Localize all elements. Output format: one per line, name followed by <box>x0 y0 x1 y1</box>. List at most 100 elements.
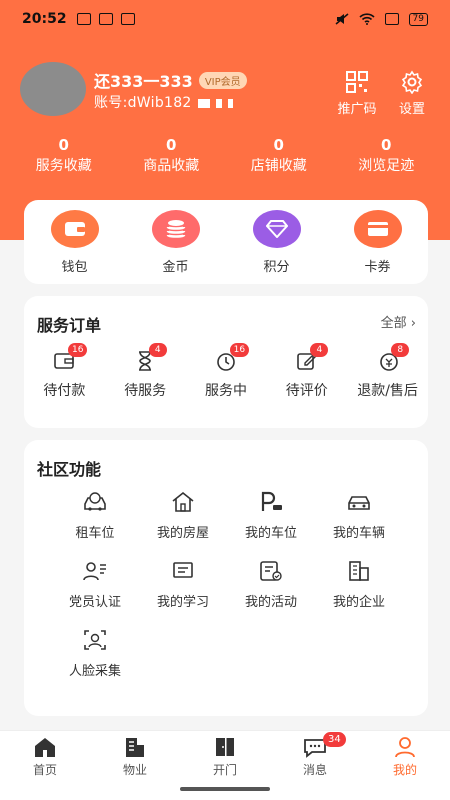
stat-service-favorites[interactable]: 0 服务收藏 <box>10 134 118 176</box>
community-features-card: 社区功能 租车位 我的房屋 我的车位 我的车辆 党员认证 我的学习 我的活动 我… <box>24 440 428 716</box>
order-label: 退款/售后 <box>357 383 418 399</box>
feature-my-activities[interactable]: 我的活动 <box>227 559 315 610</box>
tab-label: 消息 <box>302 763 327 777</box>
stat-product-favorites[interactable]: 0 商品收藏 <box>118 134 226 176</box>
tab-label: 物业 <box>122 763 147 777</box>
notification-icon <box>76 13 91 25</box>
feature-label: 我的房屋 <box>156 526 209 541</box>
wallet-item-coins[interactable]: 金币 <box>125 200 226 284</box>
settings-label: 设置 <box>398 102 425 117</box>
order-status-pending-service[interactable]: 4 待服务 <box>105 343 186 400</box>
feature-label: 我的学习 <box>156 595 209 610</box>
house-icon <box>172 491 194 512</box>
gear-icon <box>401 70 423 94</box>
feature-my-parking[interactable]: 我的车位 <box>227 490 315 541</box>
tab-label: 我的 <box>392 763 417 777</box>
status-bar: 20:52 79 <box>0 0 450 38</box>
wallet-item-wallet[interactable]: 钱包 <box>24 200 125 284</box>
property-icon <box>126 738 144 757</box>
settings-button[interactable]: 设置 <box>386 70 438 117</box>
profile-name: 还333一333 <box>94 72 193 91</box>
stat-label: 浏览足迹 <box>358 158 415 174</box>
stat-store-favorites[interactable]: 0 店铺收藏 <box>225 134 333 176</box>
profile-name-row: 还333一333 VIP会员 <box>94 68 247 92</box>
feature-label: 党员认证 <box>68 595 121 610</box>
masked-text <box>227 98 233 108</box>
wallet-item-points[interactable]: 积分 <box>226 200 327 284</box>
car-icon <box>348 496 370 510</box>
feature-label: 我的车位 <box>244 526 297 541</box>
badge: 16 <box>68 343 88 357</box>
order-status-pending-payment[interactable]: 16 待付款 <box>24 343 105 400</box>
wallet-item-coupons[interactable]: 卡券 <box>327 200 428 284</box>
stat-value: 0 <box>273 136 284 154</box>
badge: 4 <box>310 343 329 357</box>
order-label: 待服务 <box>124 383 167 399</box>
qr-code-icon <box>346 71 368 93</box>
order-status-in-service[interactable]: 16 服务中 <box>186 343 267 400</box>
tab-label: 首页 <box>32 763 57 777</box>
tab-mine[interactable]: 我的 <box>360 731 450 800</box>
avatar[interactable] <box>20 62 86 116</box>
badge: 4 <box>148 343 167 357</box>
points-label: 积分 <box>263 260 290 275</box>
account-id: 账号:dWib182 <box>94 92 233 112</box>
home-icon <box>35 738 55 757</box>
section-title: 社区功能 <box>37 460 102 479</box>
order-status-pending-review[interactable]: 4 待评价 <box>266 343 347 400</box>
user-icon <box>395 737 415 758</box>
section-title: 服务订单 <box>37 316 102 335</box>
account-id-text: 账号:dWib182 <box>94 95 192 111</box>
coins-label: 金币 <box>162 260 189 275</box>
parking-icon <box>261 491 282 511</box>
message-count-badge: 34 <box>323 732 346 747</box>
order-label: 待评价 <box>285 383 328 399</box>
promo-code-button[interactable]: 推广码 <box>331 70 383 117</box>
view-all-label: 全部 <box>380 316 407 331</box>
stat-label: 商品收藏 <box>143 158 200 174</box>
tab-label: 开门 <box>212 763 237 777</box>
home-indicator[interactable] <box>180 787 270 791</box>
feature-label: 我的活动 <box>244 595 297 610</box>
battery-icon: 79 <box>408 12 428 26</box>
tab-messages[interactable]: 34 消息 <box>270 731 360 800</box>
wallet-icon <box>50 210 99 248</box>
study-icon <box>173 562 193 578</box>
notification-icon <box>98 13 113 25</box>
stat-label: 店铺收藏 <box>250 158 307 174</box>
view-all-orders-link[interactable]: 全部 › <box>381 312 416 331</box>
wallet-card: 钱包 金币 积分 卡券 <box>24 200 428 284</box>
feature-label: 我的车辆 <box>332 526 385 541</box>
stat-label: 服务收藏 <box>35 158 92 174</box>
feature-rent-parking[interactable]: 租车位 <box>51 490 139 541</box>
stat-browsing-history[interactable]: 0 浏览足迹 <box>333 134 441 176</box>
face-scan-icon <box>84 630 106 650</box>
badge: 8 <box>391 343 410 357</box>
tab-home[interactable]: 首页 <box>0 731 90 800</box>
masked-text <box>215 98 222 108</box>
wallet-label: 钱包 <box>61 260 88 275</box>
diamond-icon <box>252 210 301 248</box>
mail-icon <box>120 13 135 25</box>
feature-label: 人脸采集 <box>68 664 121 679</box>
vip-badge: VIP会员 <box>198 71 247 89</box>
feature-my-vehicle[interactable]: 我的车辆 <box>315 490 403 541</box>
order-status-refund[interactable]: 8 退款/售后 <box>347 343 428 400</box>
activity-icon <box>260 561 282 581</box>
coupons-label: 卡券 <box>364 260 391 275</box>
masked-text <box>197 98 210 108</box>
feature-my-enterprise[interactable]: 我的企业 <box>315 559 403 610</box>
stats-row: 0 服务收藏 0 商品收藏 0 店铺收藏 0 浏览足迹 <box>10 134 440 176</box>
feature-my-study[interactable]: 我的学习 <box>139 559 227 610</box>
mute-icon <box>335 13 349 25</box>
tab-property[interactable]: 物业 <box>90 731 180 800</box>
feature-party-member-verification[interactable]: 党员认证 <box>51 559 139 610</box>
order-label: 服务中 <box>204 383 247 399</box>
status-time: 20:52 <box>22 11 67 27</box>
screen-icon <box>384 13 399 25</box>
feature-face-capture[interactable]: 人脸采集 <box>51 628 139 679</box>
wifi-icon <box>358 13 375 25</box>
building-icon <box>349 561 369 581</box>
member-id-icon <box>83 562 106 581</box>
feature-my-house[interactable]: 我的房屋 <box>139 490 227 541</box>
